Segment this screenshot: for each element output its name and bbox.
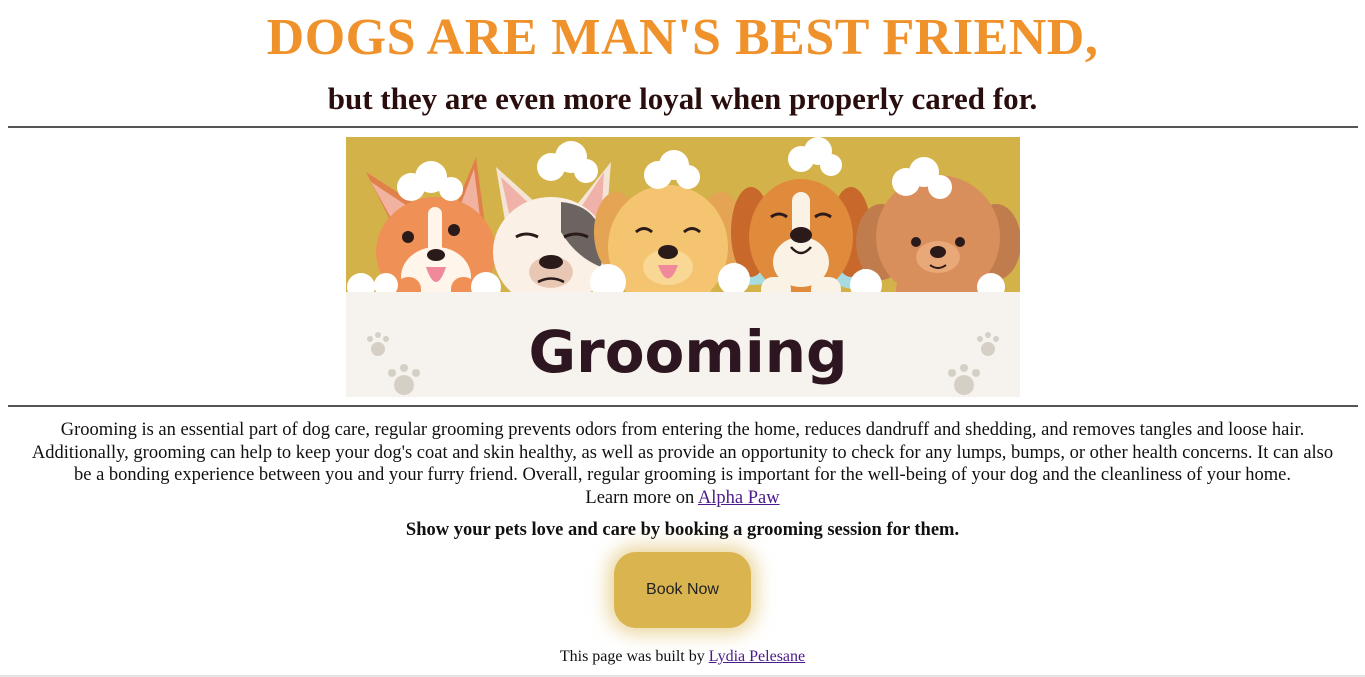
author-link[interactable]: Lydia Pelesane <box>709 648 805 665</box>
banner-caption: Grooming <box>528 318 848 386</box>
page-subtitle: but they are even more loyal when proper… <box>327 81 1038 116</box>
page-footer: This page was built by Lydia Pelesane <box>0 648 1365 666</box>
page-title: DOGS ARE MAN'S BEST FRIEND, <box>266 9 1099 66</box>
top-divider <box>8 126 1358 128</box>
grooming-description: Grooming is an essential part of dog car… <box>30 419 1335 509</box>
learn-more-prefix: Learn more on <box>585 487 698 508</box>
grooming-banner-image: Grooming <box>346 137 1020 397</box>
bottom-divider <box>8 405 1358 407</box>
alpha-paw-link[interactable]: Alpha Paw <box>698 488 780 508</box>
booking-call-to-action: Show your pets love and care by booking … <box>405 520 960 540</box>
description-paragraph: Grooming is an essential part of dog car… <box>31 420 1334 485</box>
footer-prefix: This page was built by <box>559 648 709 665</box>
book-now-button[interactable]: Book Now <box>614 552 751 628</box>
